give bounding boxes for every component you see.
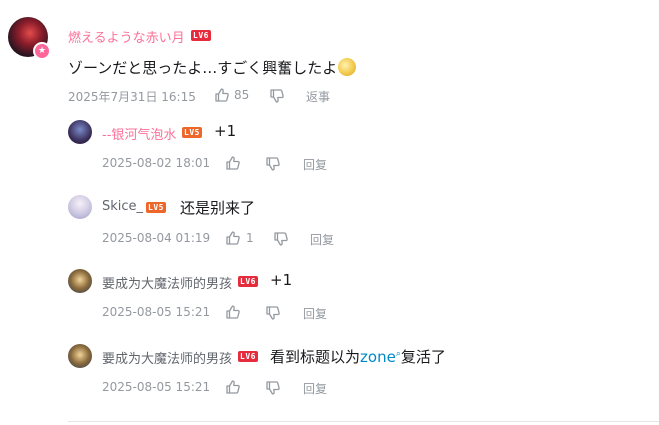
like-count: 1 — [246, 231, 254, 245]
avatar[interactable] — [68, 269, 92, 293]
thumb-down-icon[interactable] — [265, 156, 281, 172]
reply-text-after: 复活了 — [400, 348, 446, 366]
level-badge: LV6 — [238, 351, 258, 362]
avatar[interactable]: ★ — [8, 17, 51, 60]
reply-button[interactable]: 返事 — [306, 88, 330, 105]
thumb-down-icon[interactable] — [269, 88, 285, 104]
avatar[interactable] — [68, 120, 92, 144]
reply-text-before: 看到标题以为 — [270, 348, 361, 366]
reply-button[interactable]: 回复 — [303, 305, 327, 322]
reply-date: 2025-08-04 01:19 — [102, 231, 211, 245]
reply-username[interactable]: 要成为大魔法师的男孩 — [102, 273, 232, 292]
thumb-up-icon[interactable] — [225, 379, 241, 395]
level-badge: LV6 — [238, 276, 258, 287]
comment-date: 2025年7月31日 16:15 — [68, 90, 196, 104]
level-badge: LV6 — [191, 30, 211, 41]
avatar[interactable] — [68, 195, 92, 219]
level-badge: LV5 — [182, 127, 202, 138]
avatar[interactable] — [68, 344, 92, 368]
reply-date: 2025-08-05 15:21 — [102, 305, 211, 319]
level-badge: LV5 — [146, 202, 166, 213]
reply-text: 看到标题以为zone⌕复活了 — [270, 346, 446, 367]
thumb-down-icon[interactable] — [265, 305, 281, 321]
reply-date: 2025-08-05 15:21 — [102, 380, 211, 394]
thumb-up-icon[interactable] — [225, 230, 241, 246]
main-comment-text: ゾーンだと思ったよ…すごく興奮したよ — [68, 57, 357, 78]
face-emoji-icon — [338, 58, 357, 76]
thumb-up-icon[interactable] — [225, 155, 241, 171]
reply-username[interactable]: Skice_ — [102, 199, 143, 214]
reply-button[interactable]: 回复 — [303, 380, 327, 397]
thumb-up-icon[interactable] — [214, 87, 230, 103]
like-count: 85 — [234, 88, 250, 102]
comment-thread: ★ 燃えるような赤い月 LV6 ゾーンだと思ったよ…すごく興奮したよ 2025年… — [0, 0, 659, 425]
divider — [68, 421, 659, 422]
reply-text: +1 — [270, 271, 293, 289]
thumb-down-icon[interactable] — [265, 380, 281, 396]
reply-username[interactable]: --银河气泡水 — [102, 124, 176, 143]
comment-text: ゾーンだと思ったよ…すごく興奮したよ — [68, 59, 338, 77]
reply-button[interactable]: 回复 — [303, 156, 327, 173]
reply-text: +1 — [214, 122, 237, 140]
reply-username[interactable]: 要成为大魔法师的男孩 — [102, 348, 232, 367]
search-keyword-link[interactable]: zone — [360, 348, 396, 366]
reply-button[interactable]: 回复 — [310, 231, 334, 248]
reply-date: 2025-08-02 18:01 — [102, 156, 211, 170]
thumb-up-icon[interactable] — [225, 304, 241, 320]
vip-badge-icon: ★ — [33, 42, 51, 60]
main-username[interactable]: 燃えるような赤い月 — [68, 27, 185, 46]
thumb-down-icon[interactable] — [273, 231, 289, 247]
reply-text: 还是别来了 — [180, 199, 256, 217]
